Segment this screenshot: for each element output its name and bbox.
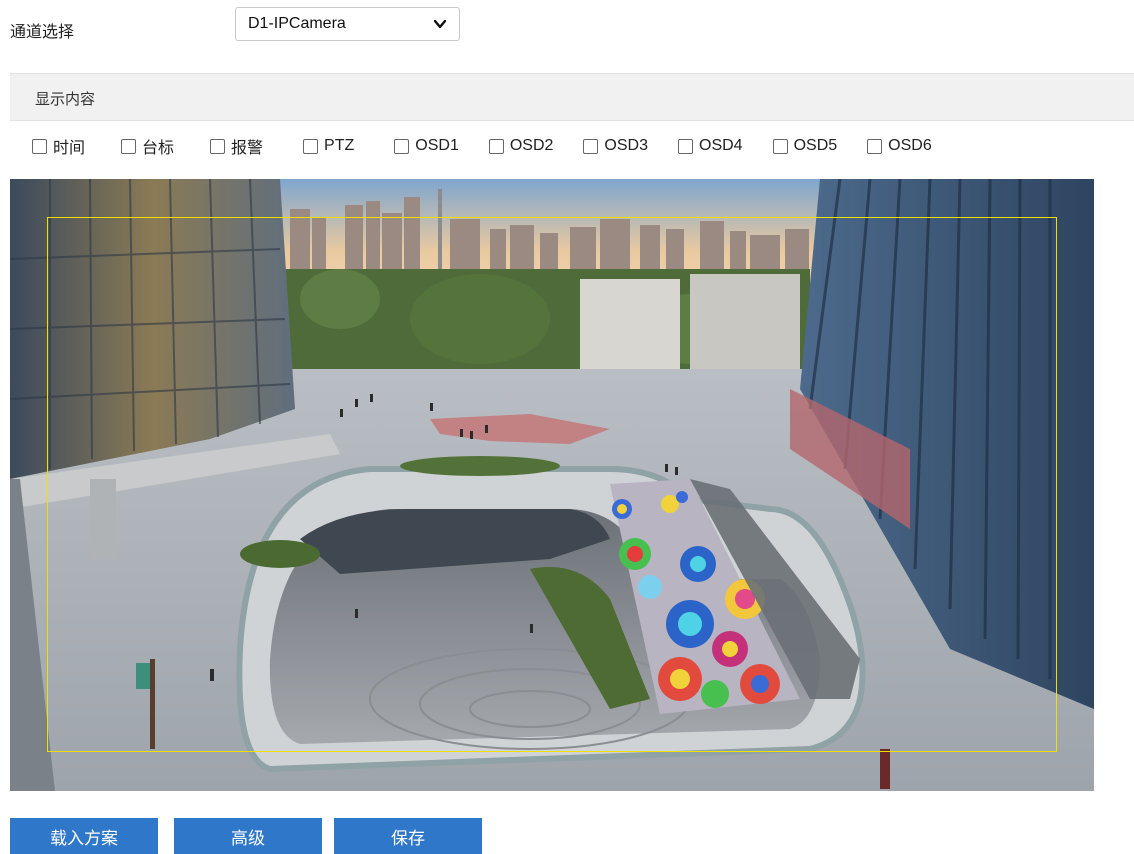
checkbox-label: OSD5 [793, 137, 838, 154]
display-content-header: 显示内容 [10, 73, 1134, 121]
checkbox-box[interactable] [394, 138, 410, 154]
checkbox-ptz[interactable]: PTZ [303, 137, 354, 155]
checkbox-osd2[interactable]: OSD2 [488, 137, 554, 155]
checkbox-box[interactable] [867, 138, 883, 154]
osd-settings-page: 通道选择 D1-IPCamera 显示内容 时间 台标 报警 PTZ OSD1 [0, 0, 1134, 854]
checkbox-label: OSD4 [699, 137, 743, 154]
checkbox-label: 报警 [231, 140, 264, 157]
osd-display-area[interactable] [47, 217, 1057, 752]
checkbox-box[interactable] [303, 138, 319, 154]
checkbox-time[interactable]: 时间 [32, 134, 85, 158]
display-options: 时间 台标 报警 PTZ OSD1 OSD2 OSD3 OSD4 OSD5 OS… [32, 134, 932, 158]
checkbox-box[interactable] [488, 138, 504, 154]
checkbox-logo[interactable]: 台标 [121, 134, 174, 158]
channel-select[interactable]: D1-IPCamera [235, 7, 460, 41]
load-scheme-button[interactable]: 载入方案 [10, 818, 158, 854]
chevron-down-icon [433, 19, 447, 29]
checkbox-osd1[interactable]: OSD1 [394, 137, 459, 155]
checkbox-box[interactable] [583, 138, 599, 154]
channel-select-label: 通道选择 [10, 22, 75, 41]
checkbox-label: OSD2 [509, 137, 554, 154]
checkbox-alarm[interactable]: 报警 [210, 134, 263, 158]
checkbox-osd5[interactable]: OSD5 [772, 137, 838, 155]
checkbox-box[interactable] [210, 138, 226, 154]
checkbox-label: 台标 [142, 140, 175, 157]
checkbox-box[interactable] [32, 138, 47, 154]
checkbox-label: 时间 [53, 140, 86, 157]
checkbox-box[interactable] [678, 138, 693, 154]
channel-select-value: D1-IPCamera [248, 15, 346, 32]
save-button[interactable]: 保存 [334, 818, 482, 854]
checkbox-label: PTZ [324, 137, 355, 154]
checkbox-label: OSD1 [415, 137, 459, 154]
checkbox-label: OSD3 [604, 137, 648, 154]
checkbox-box[interactable] [121, 138, 137, 154]
checkbox-box[interactable] [772, 138, 788, 154]
checkbox-label: OSD6 [888, 137, 932, 154]
checkbox-osd3[interactable]: OSD3 [583, 137, 648, 155]
checkbox-osd4[interactable]: OSD4 [678, 137, 743, 155]
camera-preview[interactable] [10, 179, 1094, 791]
checkbox-osd6[interactable]: OSD6 [867, 137, 932, 155]
advanced-button[interactable]: 高级 [174, 818, 322, 854]
display-content-title: 显示内容 [35, 90, 96, 108]
